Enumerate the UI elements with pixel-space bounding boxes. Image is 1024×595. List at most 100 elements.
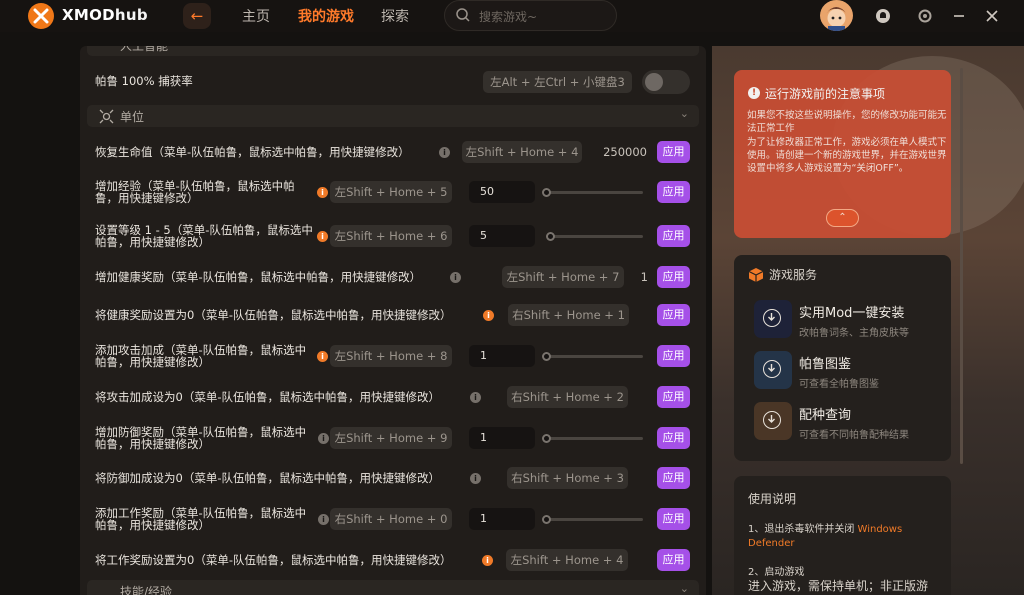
hotkey-badge[interactable]: 右Shift + Home + 0 [330,508,452,530]
info-icon[interactable]: i [318,514,329,525]
search-placeholder: 搜索游戏~ [479,10,538,24]
apply-button[interactable]: 应用 [657,304,690,326]
info-icon[interactable]: i [450,272,461,283]
slider-handle[interactable] [542,188,551,197]
back-button[interactable]: ← [183,3,211,29]
apply-button[interactable]: 应用 [657,225,690,247]
value-input[interactable]: 1 [469,427,535,449]
mod-label: 增加经验（菜单-队伍帕鲁，鼠标选中帕鲁，用快捷键修改） [95,179,295,205]
section-title: 人工智能 [120,46,169,53]
info-icon[interactable]: i [317,351,328,362]
chevron-down-icon[interactable]: ⌄ [680,107,689,120]
apply-button[interactable]: 应用 [657,467,690,489]
info-icon[interactable]: i [482,555,493,566]
hotkey-badge[interactable]: 左Shift + Home + 6 [330,225,452,247]
xmod-logo-icon[interactable] [28,3,54,29]
hotkey-badge[interactable]: 左Shift + Home + 9 [330,427,452,449]
download-icon [763,360,781,378]
apply-button[interactable]: 应用 [657,266,690,288]
value-slider[interactable] [546,355,643,358]
mod-label: 将健康奖励设置为0（菜单-队伍帕鲁，鼠标选中帕鲁，用快捷键修改） [95,308,452,322]
slider-handle[interactable] [546,232,555,241]
settings-icon[interactable] [916,7,934,25]
apply-button[interactable]: 应用 [657,345,690,367]
info-icon[interactable]: i [470,473,481,484]
mod-label: 增加健康奖励（菜单-队伍帕鲁，鼠标选中帕鲁，用快捷键修改） [95,270,422,284]
slider-handle[interactable] [542,434,551,443]
info-icon[interactable]: i [318,433,329,444]
search-icon [456,8,470,22]
hotkey-badge[interactable]: 左Shift + Home + 4 [462,141,582,163]
section-unit-header[interactable]: 单位 ⌄ [87,105,699,127]
mod-label: 增加防御奖励（菜单-队伍帕鲁，鼠标选中帕鲁，用快捷键修改） [95,425,307,451]
info-icon[interactable]: i [470,392,481,403]
mod-row: 增加防御奖励（菜单-队伍帕鲁，鼠标选中帕鲁，用快捷键修改） i 左Shift +… [80,425,706,451]
mod-list-panel: 人工智能 帕鲁 100% 捕获率 左Alt + 左Ctrl + 小键盘3 单位 … [80,46,706,595]
info-icon[interactable]: i [317,187,328,198]
notice-title: 运行游戏前的注意事项 [765,87,886,101]
value-slider[interactable] [546,191,643,194]
service-name: 配种查询 [799,408,852,423]
user-avatar[interactable] [820,0,853,31]
capture-rate-toggle[interactable] [642,70,690,94]
hotkey-badge[interactable]: 右Shift + Home + 1 [508,304,629,326]
section-skill-exp-header[interactable]: 技能/经验 ⌄ [87,580,699,595]
value-input[interactable]: 1 [469,508,535,530]
slider-handle[interactable] [542,515,551,524]
apply-button[interactable]: 应用 [657,386,690,408]
slider-handle[interactable] [542,352,551,361]
value-slider[interactable] [546,437,643,440]
mod-label: 设置等级 1 - 5（菜单-队伍帕鲁，鼠标选中帕鲁，用快捷键修改） [95,223,313,249]
value-input[interactable]: 50 [469,181,535,203]
apply-button[interactable]: 应用 [657,141,690,163]
usage-title: 使用说明 [748,492,797,506]
info-icon[interactable]: i [317,231,328,242]
apply-button[interactable]: 应用 [657,549,690,571]
value-input[interactable]: 5 [469,225,535,247]
hotkey-badge[interactable]: 左Shift + Home + 4 [506,549,628,571]
chevron-down-icon[interactable]: ⌄ [680,582,689,595]
info-icon[interactable]: i [483,310,494,321]
mod-row: 添加攻击加成（菜单-队伍帕鲁，鼠标选中帕鲁，用快捷键修改） i 左Shift +… [80,343,706,369]
close-icon[interactable] [983,7,1001,25]
value-slider[interactable] [546,518,643,521]
nav-explore[interactable]: 探索 [381,6,409,26]
section-title: 技能/经验 [120,585,173,595]
info-icon[interactable]: i [439,147,450,158]
service-box-icon [748,268,764,282]
service-item-pal-dex[interactable]: 帕鲁图鉴 可查看全帕鲁图鉴 [754,351,944,391]
game-services-card: 游戏服务 实用Mod一键安装 改帕鲁词条、主角皮肤等 帕鲁图鉴 可查看全帕鲁图鉴… [734,255,951,461]
nav-my-games[interactable]: 我的游戏 [298,6,354,26]
service-item-breeding[interactable]: 配种查询 可查看不同帕鲁配种结果 [754,402,944,442]
hotkey-badge[interactable]: 左Shift + Home + 7 [502,266,624,288]
apply-button[interactable]: 应用 [657,508,690,530]
brand-name[interactable]: XMODhub [62,6,148,24]
notification-bell-icon[interactable] [874,7,892,25]
search-input[interactable]: 搜索游戏~ [444,0,617,31]
unit-icon [99,109,114,124]
nav-home[interactable]: 主页 [242,6,270,26]
value-slider[interactable] [550,235,643,238]
download-icon [763,309,781,327]
service-desc: 改帕鲁词条、主角皮肤等 [799,328,909,339]
apply-button[interactable]: 应用 [657,181,690,203]
mod-row: 添加工作奖励（菜单-队伍帕鲁，鼠标选中帕鲁，用快捷键修改） i 右Shift +… [80,506,706,532]
warning-icon: ! [748,87,760,99]
notice-body: 如果您不按这些说明操作，您的修改功能可能无法正常工作 为了让修改器正常工作，游戏… [747,110,947,175]
hotkey-badge[interactable]: 左Shift + Home + 5 [330,181,452,203]
hotkey-badge[interactable]: 左Shift + Home + 8 [330,345,452,367]
hotkey-badge[interactable]: 右Shift + Home + 2 [507,386,628,408]
hotkey-badge[interactable]: 右Shift + Home + 3 [507,467,628,489]
mod-row: 增加健康奖励（菜单-队伍帕鲁，鼠标选中帕鲁，用快捷键修改） i 左Shift +… [80,265,706,289]
collapse-button[interactable]: ⌃ [826,209,859,227]
service-item-mod-install[interactable]: 实用Mod一键安装 改帕鲁词条、主角皮肤等 [754,300,944,340]
section-ai-header[interactable]: 人工智能 [87,46,699,56]
service-name: 帕鲁图鉴 [799,357,852,372]
apply-button[interactable]: 应用 [657,427,690,449]
value-input[interactable]: 1 [469,345,535,367]
scrollbar[interactable] [960,68,963,464]
minimize-icon[interactable] [950,7,968,25]
right-sidebar: ! 运行游戏前的注意事项 如果您不按这些说明操作，您的修改功能可能无法正常工作 … [712,46,1024,595]
service-desc: 可查看不同帕鲁配种结果 [799,430,909,441]
hotkey-badge[interactable]: 左Alt + 左Ctrl + 小键盘3 [483,71,632,93]
